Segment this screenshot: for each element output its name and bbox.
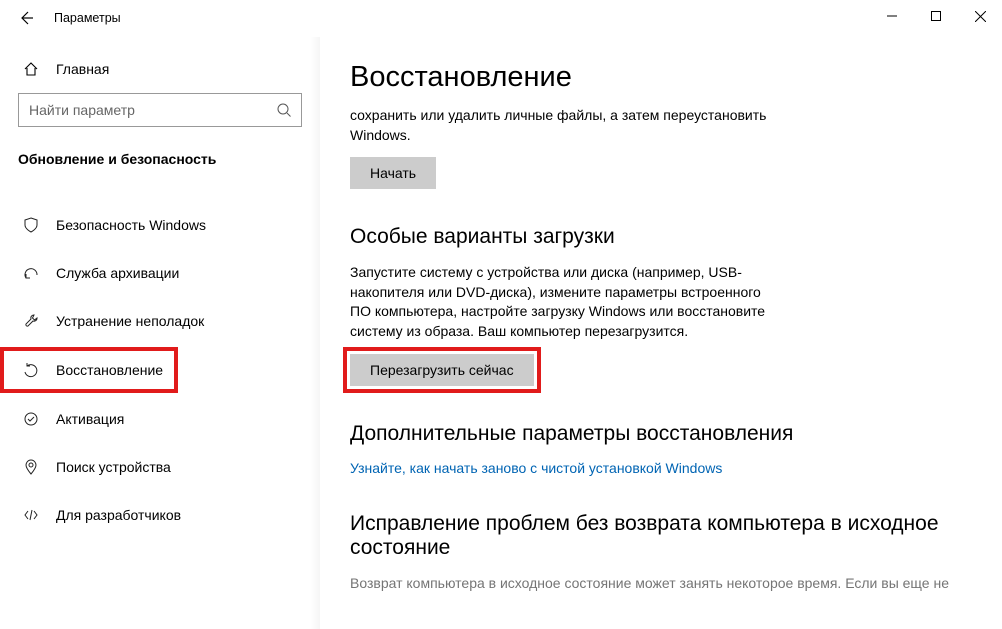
sidebar-item-label: Поиск устройства [56, 459, 171, 475]
sidebar-home-label: Главная [56, 61, 109, 77]
search-box[interactable] [18, 93, 302, 127]
more-recovery-heading: Дополнительные параметры восстановления [350, 422, 968, 446]
backup-icon [20, 265, 42, 281]
sidebar-item-recovery[interactable]: Восстановление [0, 347, 178, 393]
maximize-icon [931, 11, 941, 21]
reset-desc: сохранить или удалить личные файлы, а за… [350, 106, 780, 145]
sidebar-item-label: Служба архивации [56, 265, 179, 281]
home-icon [20, 61, 42, 77]
sidebar-item-developers[interactable]: Для разработчиков [0, 495, 300, 535]
rollback-desc: Возврат компьютера в исходное состояние … [350, 574, 950, 594]
sidebar-shadow [310, 37, 320, 629]
advanced-startup-heading: Особые варианты загрузки [350, 225, 968, 249]
category-heading: Обновление и безопасность [0, 149, 320, 175]
sidebar-item-activation[interactable]: Активация [0, 399, 300, 439]
sidebar-item-label: Активация [56, 411, 124, 427]
window-title: Параметры [54, 11, 121, 25]
sidebar-item-label: Для разработчиков [56, 507, 181, 523]
close-icon [975, 11, 986, 22]
window-controls [870, 0, 1002, 32]
main-content: Восстановление сохранить или удалить лич… [320, 37, 1002, 629]
page-title: Восстановление [350, 61, 968, 94]
section-reset-pc: сохранить или удалить личные файлы, а за… [350, 106, 968, 189]
maximize-button[interactable] [914, 0, 958, 32]
sidebar-item-label: Восстановление [56, 362, 163, 378]
reset-start-button[interactable]: Начать [350, 157, 436, 189]
activation-icon [20, 411, 42, 427]
minimize-button[interactable] [870, 0, 914, 32]
sidebar-home[interactable]: Главная [0, 55, 320, 93]
sidebar-item-label: Устранение неполадок [56, 313, 204, 329]
back-button[interactable] [16, 8, 36, 28]
section-more-recovery: Дополнительные параметры восстановления … [350, 422, 968, 476]
rollback-heading: Исправление проблем без возврата компьют… [350, 512, 968, 560]
back-arrow-icon [18, 10, 34, 26]
sidebar-item-troubleshoot[interactable]: Устранение неполадок [0, 301, 300, 341]
shield-icon [20, 217, 42, 233]
title-bar: Параметры [0, 0, 1002, 37]
recovery-icon [20, 362, 42, 378]
sidebar: Главная Обновление и безопасность Безопа… [0, 37, 320, 629]
search-icon [267, 102, 301, 118]
find-device-icon [20, 459, 42, 475]
developer-icon [20, 507, 42, 523]
advanced-startup-desc: Запустите систему с устройства или диска… [350, 263, 780, 341]
section-rollback: Исправление проблем без возврата компьют… [350, 512, 968, 594]
wrench-icon [20, 313, 42, 329]
search-input[interactable] [19, 102, 267, 118]
section-advanced-startup: Особые варианты загрузки Запустите систе… [350, 225, 968, 385]
fresh-start-link[interactable]: Узнайте, как начать заново с чистой уста… [350, 460, 722, 476]
minimize-icon [887, 11, 897, 21]
sidebar-item-backup[interactable]: Служба архивации [0, 253, 300, 293]
sidebar-item-windows-security[interactable]: Безопасность Windows [0, 205, 300, 245]
sidebar-item-label: Безопасность Windows [56, 217, 206, 233]
sidebar-item-find-device[interactable]: Поиск устройства [0, 447, 300, 487]
restart-now-button[interactable]: Перезагрузить сейчас [350, 354, 534, 386]
close-button[interactable] [958, 0, 1002, 32]
